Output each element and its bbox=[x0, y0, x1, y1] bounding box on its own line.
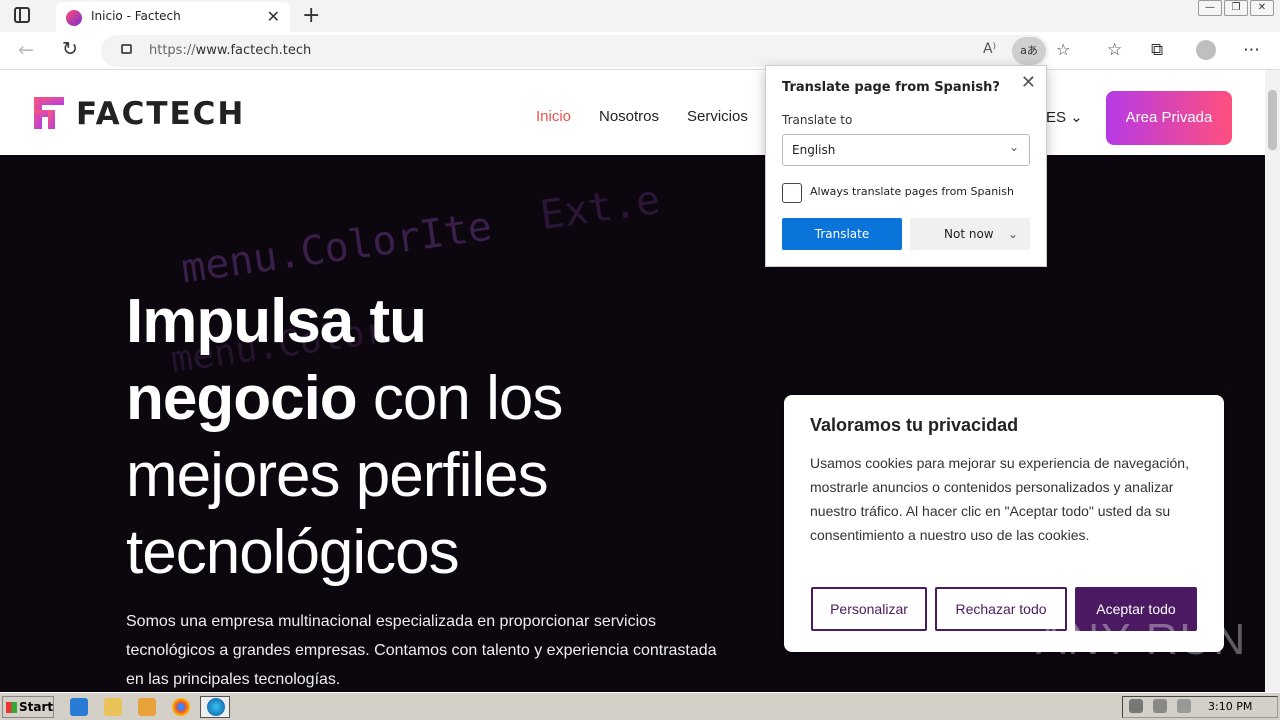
minimize-button[interactable]: — bbox=[1198, 0, 1222, 16]
site-header: FACTECH Inicio Nosotros Servicios ES ⌄ A… bbox=[0, 70, 1265, 155]
cookie-title: Valoramos tu privacidad bbox=[810, 415, 1019, 435]
restore-button[interactable]: ❐ bbox=[1224, 0, 1248, 16]
reload-button[interactable]: ↻ bbox=[62, 38, 78, 60]
cookie-consent-banner: Valoramos tu privacidad Usamos cookies p… bbox=[784, 395, 1224, 652]
close-window-button[interactable]: ✕ bbox=[1250, 0, 1274, 16]
background-code-decoration: Ext.e bbox=[537, 176, 664, 240]
translate-popup-title: Translate page from Spanish? bbox=[782, 80, 1000, 95]
system-tray bbox=[1122, 696, 1278, 718]
nav-nosotros[interactable]: Nosotros bbox=[599, 108, 659, 125]
chevron-down-icon: ⌄ bbox=[1008, 140, 1019, 154]
window-controls: — ❐ ✕ bbox=[1198, 0, 1274, 18]
translate-icon[interactable]: aあ bbox=[1012, 37, 1046, 65]
tab-title: Inicio - Factech bbox=[91, 9, 181, 23]
close-icon[interactable]: ✕ bbox=[1021, 72, 1036, 93]
nav-inicio[interactable]: Inicio bbox=[536, 108, 571, 125]
factech-logo-icon[interactable] bbox=[34, 97, 64, 129]
customize-button[interactable]: Personalizar bbox=[811, 587, 927, 631]
scrollbar-thumb[interactable] bbox=[1268, 90, 1277, 150]
browser-tab-bar: Inicio - Factech ✕ + — ❐ ✕ bbox=[0, 0, 1280, 32]
always-translate-label: Always translate pages from Spanish bbox=[810, 185, 1014, 198]
file-explorer-icon[interactable] bbox=[104, 698, 122, 716]
edge-taskbar-button[interactable] bbox=[200, 696, 230, 718]
close-tab-icon[interactable]: ✕ bbox=[267, 7, 280, 26]
translate-button[interactable]: Translate bbox=[782, 218, 902, 250]
edge-icon bbox=[207, 698, 225, 716]
not-now-button[interactable]: Not now ⌄ bbox=[910, 218, 1030, 250]
start-button[interactable]: Start bbox=[2, 696, 54, 718]
page-scrollbar[interactable] bbox=[1265, 70, 1280, 692]
cookie-body: Usamos cookies para mejorar su experienc… bbox=[810, 455, 1189, 543]
translate-to-label: Translate to bbox=[782, 113, 853, 127]
url-field[interactable]: https://www.factech.tech A⁾ aあ ☆ bbox=[101, 35, 1070, 67]
back-button[interactable]: ← bbox=[18, 39, 34, 61]
translate-popup: Translate page from Spanish? ✕ Translate… bbox=[765, 65, 1047, 267]
nav-servicios[interactable]: Servicios bbox=[687, 108, 748, 125]
profile-avatar[interactable] bbox=[1196, 40, 1216, 60]
volume-icon[interactable] bbox=[1129, 699, 1143, 713]
hero-paragraph: Somos una empresa multinacional especial… bbox=[126, 613, 717, 688]
read-aloud-icon[interactable]: A⁾ bbox=[983, 41, 996, 57]
more-options-icon[interactable]: ⋯ bbox=[1243, 40, 1260, 60]
tab-actions-icon[interactable] bbox=[14, 7, 30, 23]
lock-icon[interactable] bbox=[121, 44, 132, 54]
collections-icon[interactable]: ⧉ bbox=[1151, 40, 1163, 60]
new-tab-button[interactable]: + bbox=[302, 3, 320, 28]
address-toolbar: ← ↻ https://www.factech.tech A⁾ aあ ☆ ☆ ⧉… bbox=[0, 32, 1280, 70]
add-favorite-icon[interactable]: ☆ bbox=[1056, 40, 1070, 59]
factech-favicon-icon bbox=[66, 10, 82, 26]
hero-headline: Impulsa tu negocio con los mejores perfi… bbox=[126, 287, 563, 587]
internet-explorer-icon[interactable] bbox=[70, 698, 88, 716]
browser-tab[interactable]: Inicio - Factech ✕ bbox=[56, 2, 290, 32]
hero-section: menu.ColorIte menu.Color Ext.e Impulsa t… bbox=[0, 155, 1265, 692]
chevron-down-icon[interactable]: ⌄ bbox=[1008, 218, 1018, 250]
url-text: https://www.factech.tech bbox=[149, 43, 312, 58]
web-page: FACTECH Inicio Nosotros Servicios ES ⌄ A… bbox=[0, 70, 1265, 692]
anyrun-watermark: ANY RUN bbox=[1036, 615, 1248, 664]
always-translate-checkbox[interactable] bbox=[782, 183, 802, 203]
target-language-select[interactable]: English ⌄ bbox=[782, 134, 1030, 166]
favorites-icon[interactable]: ☆ bbox=[1107, 40, 1122, 60]
background-code-decoration: menu.ColorIte bbox=[178, 203, 495, 293]
area-privada-button[interactable]: Area Privada bbox=[1106, 91, 1232, 145]
media-player-icon[interactable] bbox=[138, 698, 156, 716]
language-selector[interactable]: ES ⌄ bbox=[1046, 108, 1083, 126]
taskbar-clock[interactable]: 3:10 PM bbox=[1208, 700, 1252, 713]
flag-icon[interactable] bbox=[1177, 699, 1191, 713]
windows-taskbar: Start 3:10 PM bbox=[0, 692, 1280, 720]
chrome-icon[interactable] bbox=[172, 698, 190, 716]
logo-text[interactable]: FACTECH bbox=[76, 96, 245, 132]
network-icon[interactable] bbox=[1153, 699, 1167, 713]
